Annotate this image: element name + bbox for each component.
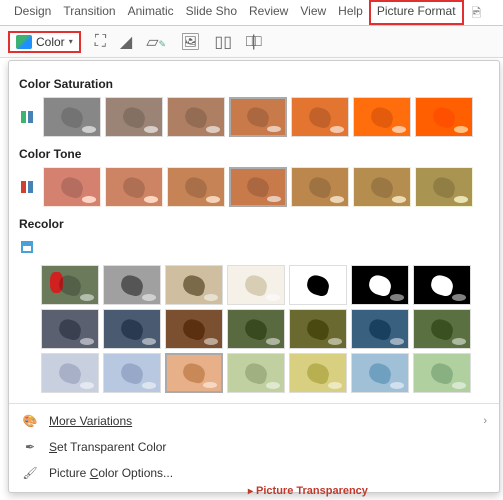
- section-saturation-title: Color Saturation: [19, 77, 489, 91]
- tone-option-0[interactable]: [43, 167, 101, 207]
- set-transparent-label: Set Transparent Color: [49, 440, 487, 454]
- saturation-row-icon: [19, 109, 35, 125]
- recolor-row: [19, 237, 489, 255]
- saturation-option-3[interactable]: [229, 97, 287, 137]
- recolor-row-icon: [19, 239, 35, 255]
- recolor-option-dark-blue[interactable]: [103, 309, 161, 349]
- tone-option-4[interactable]: [291, 167, 349, 207]
- tab-picture-format[interactable]: Picture Format: [369, 0, 464, 25]
- eyedropper-icon: ✒: [21, 440, 39, 454]
- tone-option-3[interactable]: [229, 167, 287, 207]
- picture-color-options-menu[interactable]: 🖌 Picture Color Options...: [19, 460, 489, 486]
- recolor-option-black-white-25[interactable]: [289, 265, 347, 305]
- toolbar: Color ▾ ⛶ ◢ ▱✎ 🖼 ▯▯ □|□: [0, 26, 503, 58]
- tab-transitions[interactable]: Transition: [57, 0, 121, 25]
- share-icon[interactable]: 🖻: [464, 0, 490, 25]
- color-button[interactable]: Color ▾: [8, 31, 81, 53]
- ribbon-tabs: Design Transition Animatic Slide Sho Rev…: [0, 0, 503, 26]
- recolor-option-light-olive[interactable]: [227, 353, 285, 393]
- crop-icon[interactable]: ⛶: [95, 33, 106, 51]
- recolor-option-washout[interactable]: [227, 265, 285, 305]
- tab-animations[interactable]: Animatic: [122, 0, 180, 25]
- saturation-option-1[interactable]: [105, 97, 163, 137]
- tab-design[interactable]: Design: [8, 0, 57, 25]
- section-recolor-title: Recolor: [19, 217, 489, 231]
- recolor-option-light-teal[interactable]: [351, 353, 409, 393]
- palette-icon: 🎨: [21, 414, 39, 428]
- chevron-right-icon: ›: [483, 415, 487, 427]
- picture-color-options-label: Picture Color Options...: [49, 466, 487, 480]
- tone-row: [19, 167, 489, 207]
- format-icon: 🖌: [21, 466, 39, 480]
- tone-row-icon: [19, 179, 35, 195]
- tab-view[interactable]: View: [294, 0, 332, 25]
- recolor-option-no-recolor[interactable]: [41, 265, 99, 305]
- recolor-option-black-white-50[interactable]: [351, 265, 409, 305]
- color-swatch-icon: [16, 35, 32, 49]
- tone-option-6[interactable]: [415, 167, 473, 207]
- recolor-option-dark-blue-gray[interactable]: [41, 309, 99, 349]
- recolor-option-light-blue[interactable]: [103, 353, 161, 393]
- recolor-option-grayscale[interactable]: [103, 265, 161, 305]
- caret-right-icon: ▸: [248, 486, 253, 497]
- align-icon[interactable]: □|□: [246, 33, 257, 51]
- saturation-option-5[interactable]: [353, 97, 411, 137]
- more-variations-menu[interactable]: 🎨 More Variations ›: [19, 408, 489, 434]
- recolor-option-black-white-75[interactable]: [413, 265, 471, 305]
- saturation-option-4[interactable]: [291, 97, 349, 137]
- recolor-option-light-green[interactable]: [413, 353, 471, 393]
- recolor-option-light-blue-gray[interactable]: [41, 353, 99, 393]
- tone-option-2[interactable]: [167, 167, 225, 207]
- saturation-row: [19, 97, 489, 137]
- recolor-option-sepia[interactable]: [165, 265, 223, 305]
- set-transparent-menu[interactable]: ✒ Set Transparent Color: [19, 434, 489, 460]
- tone-option-1[interactable]: [105, 167, 163, 207]
- recolor-option-light-gold[interactable]: [289, 353, 347, 393]
- saturation-option-6[interactable]: [415, 97, 473, 137]
- more-variations-label: More Variations: [49, 414, 473, 428]
- tone-option-5[interactable]: [353, 167, 411, 207]
- picture-transparency-link[interactable]: ▸Picture Transparency: [248, 485, 368, 497]
- picture-layout-icon[interactable]: ▯▯: [214, 32, 232, 52]
- saturation-option-0[interactable]: [43, 97, 101, 137]
- tab-help[interactable]: Help: [332, 0, 369, 25]
- chevron-down-icon: ▾: [69, 37, 73, 46]
- recolor-option-dark-olive[interactable]: [227, 309, 285, 349]
- divider: [9, 403, 499, 404]
- tab-slideshow[interactable]: Slide Sho: [180, 0, 243, 25]
- recolor-option-dark-orange[interactable]: [165, 309, 223, 349]
- tab-review[interactable]: Review: [243, 0, 294, 25]
- recolor-option-dark-green[interactable]: [413, 309, 471, 349]
- section-tone-title: Color Tone: [19, 147, 489, 161]
- artistic-effects-icon[interactable]: ◢: [120, 32, 132, 52]
- picture-styles-icon[interactable]: 🖼: [180, 32, 200, 52]
- transparency-icon[interactable]: ▱✎: [146, 32, 166, 52]
- color-button-label: Color: [36, 35, 65, 49]
- recolor-option-light-orange[interactable]: [165, 353, 223, 393]
- recolor-option-dark-gold[interactable]: [289, 309, 347, 349]
- saturation-option-2[interactable]: [167, 97, 225, 137]
- recolor-option-dark-teal[interactable]: [351, 309, 409, 349]
- color-dropdown-panel: Color Saturation Color Tone Recolor 🎨 Mo…: [8, 60, 500, 493]
